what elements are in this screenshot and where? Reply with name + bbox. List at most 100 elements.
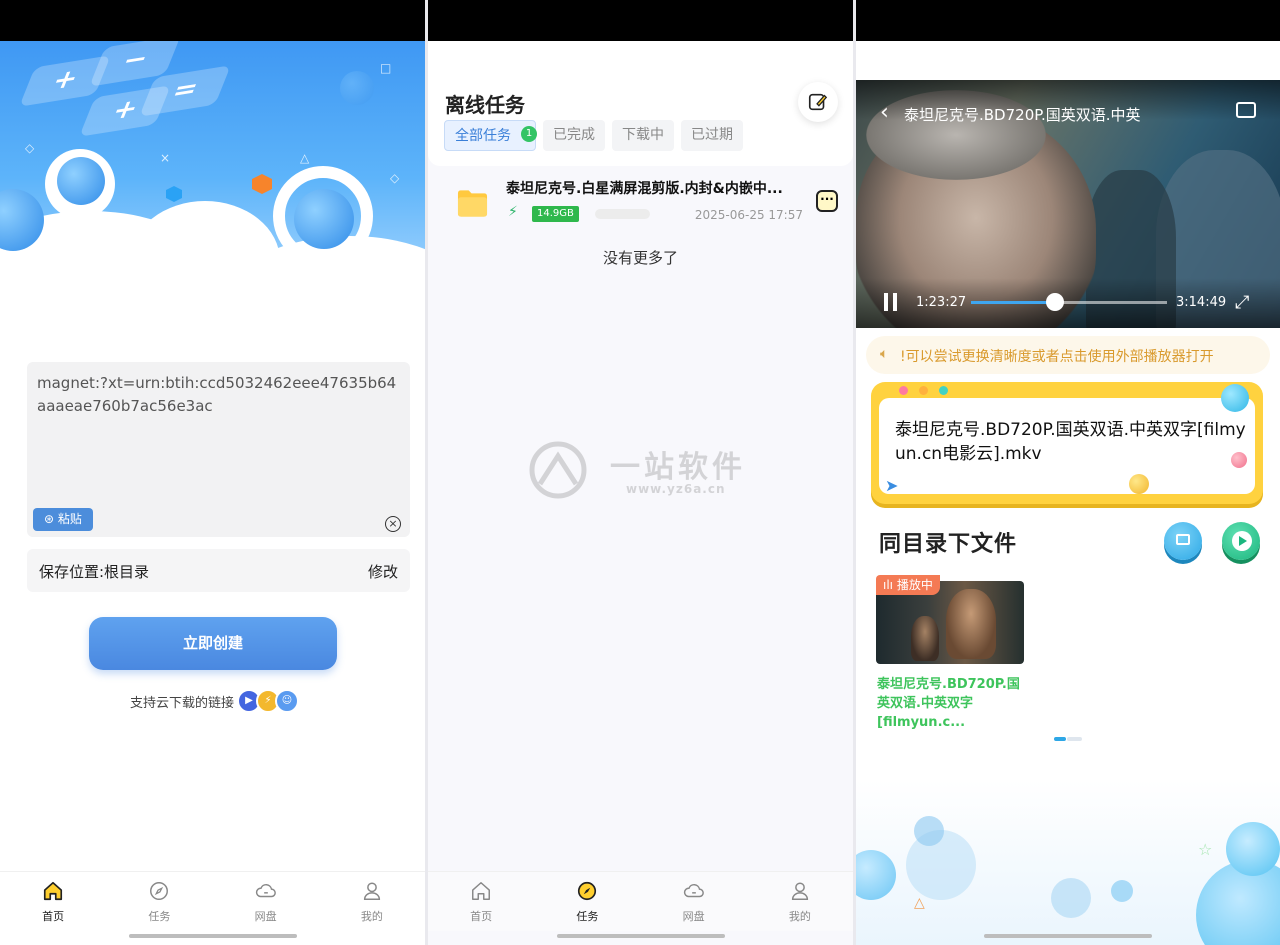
player-title: 泰坦尼克号.BD720P.国英双语.中英 [904, 106, 1141, 124]
thumb-figure [946, 589, 996, 659]
tab-expired[interactable]: 已过期 [681, 120, 743, 151]
user-icon [791, 882, 808, 900]
home-indicator [984, 934, 1152, 938]
pause-icon[interactable] [884, 293, 900, 311]
watermark-text: 一站软件 [610, 450, 746, 485]
task-item[interactable]: 泰坦尼克号.白星满屏混剪版.内封&内嵌中... ⚡ 14.9GB 2025-06… [428, 170, 853, 236]
bolt-icon: ⚡ [508, 204, 518, 220]
paste-label: 粘贴 [57, 512, 82, 526]
filter-tabs: 全部任务 1 已完成 下载中 已过期 [444, 120, 750, 151]
sparkle-icon: △ [300, 151, 310, 165]
current-file-card: 泰坦尼克号.BD720P.国英双语.中英双字[filmyun.cn电影云].mk… [871, 382, 1263, 504]
size-badge: 14.9GB [532, 206, 579, 222]
sparkle-icon: □ [380, 61, 392, 75]
cloud-icon [255, 883, 276, 898]
deco-ball [340, 71, 374, 105]
video-player[interactable]: ‹ 泰坦尼克号.BD720P.国英双语.中英 1:23:27 3:14:49 ⤢ [856, 80, 1280, 328]
no-more-text: 没有更多了 [602, 249, 678, 267]
more-options-icon[interactable]: ··· [816, 190, 838, 212]
watermark-url: www.yz6a.cn [626, 482, 726, 496]
tab-downloading[interactable]: 下载中 [612, 120, 674, 151]
window-dot [919, 386, 928, 395]
home-icon [472, 882, 491, 900]
tab-cloud-label: 网盘 [254, 910, 277, 923]
sparkle-icon: × [160, 151, 171, 165]
page-dot [1067, 737, 1082, 741]
tab-tasks[interactable]: 任务 [106, 872, 212, 931]
tab-tasks[interactable]: 任务 [534, 872, 640, 931]
seek-bar-fill [971, 301, 1056, 304]
status-bar [0, 0, 425, 41]
cast-icon[interactable] [1236, 102, 1256, 118]
modify-button[interactable]: 修改 [368, 561, 398, 582]
magnet-input[interactable]: magnet:?xt=urn:btih:ccd5032462eee47635b6… [27, 362, 410, 537]
compass-icon [150, 882, 169, 900]
now-playing-label: 播放中 [896, 578, 933, 592]
watermark: 一站软件 www.yz6a.cn [528, 440, 768, 510]
thumbnail-title[interactable]: 泰坦尼克号.BD720P.国英双语.中英双字[filmyun.c... [877, 675, 1027, 732]
star-icon: ☆ [1198, 840, 1213, 859]
tab-tasks-label: 任务 [576, 910, 599, 923]
tab-mine[interactable]: 我的 [747, 872, 853, 931]
tab-mine[interactable]: 我的 [319, 872, 425, 931]
bottom-decoration: △ ☆ [856, 780, 1280, 945]
watermark-logo-icon [529, 441, 587, 499]
status-bar [856, 0, 1280, 41]
create-task-screen: + − = + □ ◇ △ ◇ × magnet:?xt=urn:btih:cc… [0, 0, 425, 945]
supported-links-text: 支持云下载的链接 [130, 695, 235, 711]
window-dot [899, 386, 908, 395]
play-button[interactable] [1222, 522, 1260, 560]
task-title: 泰坦尼克号.白星满屏混剪版.内封&内嵌中... [506, 181, 783, 197]
deco-bubble [1129, 474, 1149, 494]
edit-button[interactable] [798, 82, 838, 122]
same-directory-title: 同目录下文件 [879, 532, 1018, 557]
supported-links-row: 支持云下载的链接 ▶ ⚡ ☺ [130, 688, 300, 714]
equalizer-icon: ılı [883, 578, 897, 592]
home-indicator [556, 934, 725, 938]
player-top-gap [856, 41, 1280, 80]
page-dot-active [1054, 737, 1066, 741]
deco-bubble [914, 816, 944, 846]
magnet-link-text[interactable]: magnet:?xt=urn:btih:ccd5032462eee47635b6… [37, 372, 402, 418]
tab-mine-label: 我的 [788, 910, 811, 923]
video-player-screen: ‹ 泰坦尼克号.BD720P.国英双语.中英 1:23:27 3:14:49 ⤢… [856, 0, 1280, 945]
tab-home[interactable]: 首页 [428, 872, 534, 931]
page-indicator [1054, 737, 1082, 741]
bottom-tab-bar: 首页 任务 网盘 我的 [0, 871, 425, 931]
tab-cloud-drive[interactable]: 网盘 [641, 872, 747, 931]
sparkle-icon: ◇ [25, 141, 35, 155]
save-location-label: 保存位置:根目录 [39, 563, 150, 581]
file-name: 泰坦尼克号.BD720P.国英双语.中英双字[filmyun.cn电影云].mk… [895, 420, 1246, 464]
deco-bubble [1221, 384, 1249, 412]
status-bar [428, 0, 853, 41]
paste-icon: ⊛ [44, 512, 58, 526]
create-button[interactable]: 立即创建 [89, 617, 337, 670]
play-icon [1232, 531, 1252, 551]
compass-icon [578, 881, 597, 901]
seek-bar[interactable] [971, 293, 1167, 311]
deco-bubble [1111, 880, 1133, 902]
deco-ball [57, 157, 105, 205]
task-time: 2025-06-25 17:57 [694, 208, 803, 222]
robot-app-icon: ☺ [275, 689, 300, 713]
tab-all-tasks[interactable]: 全部任务 1 [444, 120, 537, 151]
tab-home[interactable]: 首页 [0, 872, 106, 931]
deco-bubble [1226, 822, 1280, 876]
screen-cast-button[interactable] [1164, 522, 1202, 560]
window-dot [939, 386, 948, 395]
file-card-inner: 泰坦尼克号.BD720P.国英双语.中英双字[filmyun.cn电影云].mk… [879, 398, 1255, 494]
tab-home-label: 首页 [42, 910, 65, 923]
tab-cloud-drive[interactable]: 网盘 [213, 872, 319, 931]
total-time: 3:14:49 [1176, 295, 1227, 310]
edit-icon [808, 93, 828, 111]
gem-icon [252, 174, 272, 194]
paste-button[interactable]: ⊛ 粘贴 [33, 508, 93, 531]
tab-cloud-label: 网盘 [682, 910, 705, 923]
now-playing-badge: ılı 播放中 [876, 575, 940, 595]
fullscreen-icon[interactable]: ⤢ [1235, 292, 1249, 313]
deco-bubble [1231, 452, 1247, 468]
back-arrow-icon[interactable]: ‹ [880, 102, 889, 124]
tab-completed[interactable]: 已完成 [543, 120, 605, 151]
save-location-row: 保存位置:根目录 修改 [27, 549, 410, 592]
clear-icon[interactable]: × [385, 516, 401, 532]
